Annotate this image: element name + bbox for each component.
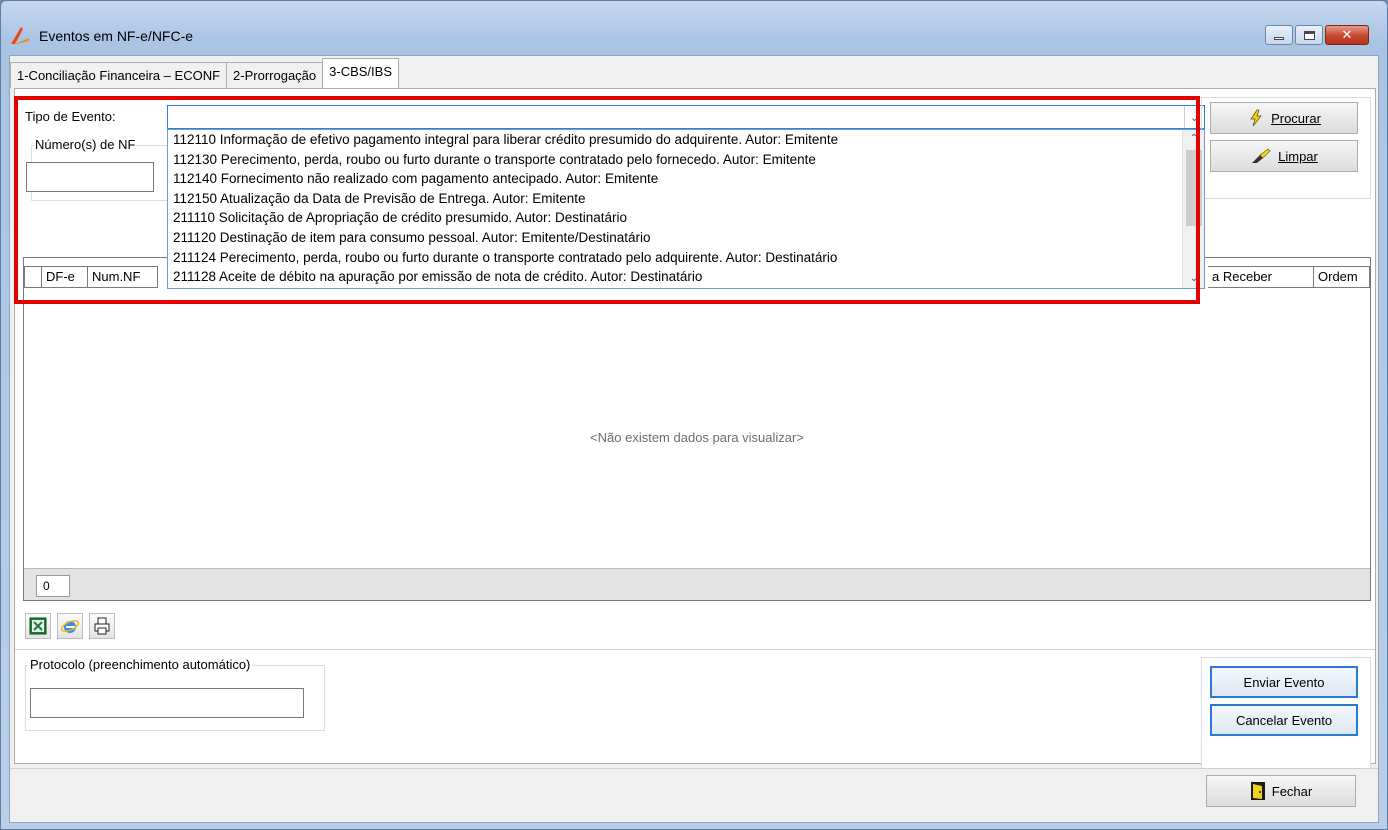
protocolo-label: Protocolo (preenchimento automático) [28,657,253,672]
tipo-evento-combo[interactable]: ⌄ [167,105,1205,129]
window-controls: ✕ [1263,25,1369,45]
tipo-evento-dropdown: 112110 Informação de efetivo pagamento i… [167,129,1205,289]
filter-area: Tipo de Evento: ⌄ Número(s) de NF 112110… [23,97,1205,289]
empty-grid-message: <Não existem dados para visualizar> [590,430,804,445]
numeros-nf-label: Número(s) de NF [34,137,137,152]
numeros-nf-input[interactable] [26,162,154,192]
limpar-label: Limpar [1278,148,1318,164]
tab-conciliacao[interactable]: 1-Conciliação Financeira – ECONF [10,62,228,88]
fechar-label: Fechar [1271,783,1313,799]
door-exit-icon [1250,782,1265,800]
title-bar[interactable]: Eventos em NF-e/NFC-e ✕ [1,1,1387,55]
dropdown-item[interactable]: 211124 Perecimento, perda, roubo ou furt… [168,248,1180,268]
main-window: Eventos em NF-e/NFC-e ✕ 1-Conciliação Fi… [0,0,1388,830]
lightning-icon [1250,109,1262,127]
search-actions-box: Procurar Limpar [1201,97,1371,199]
cancelar-evento-label: Cancelar Evento [1235,712,1333,728]
results-grid[interactable]: DF-e Num.NF a Receber Ordem <Não existem… [23,257,1371,601]
enviar-evento-button[interactable]: Enviar Evento [1210,666,1358,698]
close-button[interactable]: ✕ [1325,25,1369,45]
dropdown-item[interactable]: 112150 Atualização da Data de Previsão d… [168,189,1180,209]
app-logo-icon [11,27,29,44]
protocolo-input[interactable] [30,688,304,718]
tab-panel: Tipo de Evento: ⌄ Número(s) de NF 112110… [14,88,1376,805]
internet-explorer-icon [60,619,80,633]
column-header[interactable]: Ordem [1314,266,1370,288]
tab-cbs-ibs[interactable]: 3-CBS/IBS [322,58,399,88]
minimize-icon [1274,36,1284,40]
dropdown-scrollbar[interactable]: ⌃ ⌄ [1182,130,1204,288]
fechar-button[interactable]: Fechar [1206,775,1356,807]
eraser-icon [1252,148,1271,163]
printer-icon [94,617,110,635]
minimize-button[interactable] [1265,25,1293,45]
window-title: Eventos em NF-e/NFC-e [39,28,194,44]
dropdown-item[interactable]: 211128 Aceite de débito na apuração por … [168,267,1180,287]
close-icon: ✕ [1341,27,1353,43]
column-header[interactable]: DF-e [42,266,88,288]
dropdown-item[interactable]: 211120 Destinação de item para consumo p… [168,228,1180,248]
tab-bar: 1-Conciliação Financeira – ECONF 2-Prorr… [10,58,399,88]
client-area: 1-Conciliação Financeira – ECONF 2-Prorr… [9,55,1379,823]
procurar-button[interactable]: Procurar [1210,102,1358,134]
maximize-button[interactable] [1295,25,1323,45]
browser-export-button[interactable] [57,613,83,639]
scroll-down-icon[interactable]: ⌄ [1183,270,1205,288]
scroll-thumb[interactable] [1186,150,1202,226]
procurar-label: Procurar [1271,110,1321,126]
record-count: 0 [36,575,70,597]
dropdown-item[interactable]: 112130 Perecimento, perda, roubo ou furt… [168,150,1180,170]
column-header[interactable]: a Receber [1208,266,1314,288]
maximize-icon [1303,30,1315,40]
scroll-up-icon[interactable]: ⌃ [1183,130,1205,148]
cancelar-evento-button[interactable]: Cancelar Evento [1210,704,1358,736]
grid-indicator-column [24,266,42,288]
tab-prorrogacao[interactable]: 2-Prorrogação [226,62,324,88]
enviar-evento-label: Enviar Evento [1243,674,1325,690]
dropdown-item[interactable]: 211110 Solicitação de Apropriação de cré… [168,208,1180,228]
limpar-button[interactable]: Limpar [1210,140,1358,172]
export-toolbar [25,613,115,639]
grid-footer: 0 [24,568,1370,600]
dropdown-list: 112110 Informação de efetivo pagamento i… [168,130,1180,287]
print-button[interactable] [89,613,115,639]
bottom-bar: Fechar [10,768,1378,822]
excel-export-button[interactable] [25,613,51,639]
dropdown-item[interactable]: 112110 Informação de efetivo pagamento i… [168,130,1180,150]
excel-icon [29,617,47,635]
section-divider [15,649,1375,650]
column-header[interactable]: Num.NF [88,266,158,288]
tipo-evento-label: Tipo de Evento: [25,109,116,124]
protocolo-group: Protocolo (preenchimento automático) [25,657,325,731]
dropdown-item[interactable]: 112140 Fornecimento não realizado com pa… [168,169,1180,189]
